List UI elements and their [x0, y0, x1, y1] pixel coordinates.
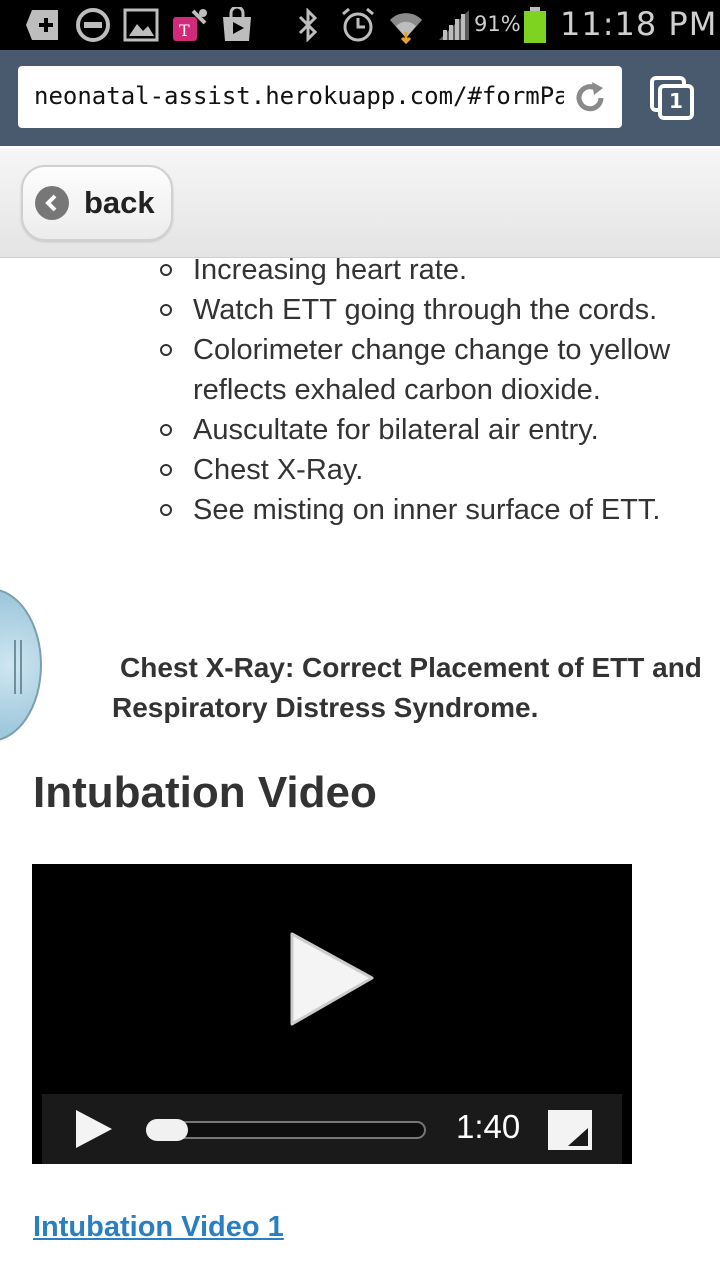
- list-item: Increasing heart rate.: [160, 258, 700, 290]
- battery-percent: 91%: [474, 12, 521, 36]
- progress-thumb[interactable]: [146, 1119, 188, 1141]
- reload-icon[interactable]: [572, 80, 608, 116]
- list-item: Colorimeter change change to yellow refl…: [160, 330, 700, 410]
- fullscreen-icon[interactable]: [548, 1110, 592, 1150]
- tab-count: 1: [669, 89, 683, 113]
- tmobile-icon: T: [170, 7, 210, 43]
- chest-xray-caption: Chest X-Ray: Correct Placement of ETT an…: [112, 648, 702, 728]
- video-duration: 1:40: [456, 1108, 521, 1145]
- page-content: Increasing heart rate. Watch ETT going t…: [0, 258, 720, 1280]
- section-title: Intubation Video: [33, 768, 377, 817]
- chest-xray-caption-text: Chest X-Ray: Correct Placement of ETT an…: [112, 652, 702, 723]
- bullet-icon: [160, 504, 172, 516]
- bullet-icon: [160, 304, 172, 316]
- svg-text:T: T: [179, 21, 190, 40]
- wifi-icon: [386, 7, 426, 44]
- bullet-icon: [160, 424, 172, 436]
- play-large-icon[interactable]: [286, 930, 376, 1030]
- side-panel-handle[interactable]: [0, 588, 42, 742]
- list-item: See misting on inner surface of ETT.: [160, 490, 700, 530]
- list-item-text: Auscultate for bilateral air entry.: [193, 414, 599, 446]
- play-store-icon: [218, 7, 256, 43]
- video-player[interactable]: 1:40: [32, 864, 632, 1164]
- back-arrow-icon: [35, 186, 69, 220]
- video-controls: 1:40: [42, 1094, 622, 1164]
- browser-toolbar: neonatal-assist.herokuapp.com/#formPa 1: [0, 50, 720, 146]
- list-item-text: Chest X-Ray.: [193, 454, 364, 486]
- intubation-video-link[interactable]: Intubation Video 1: [33, 1211, 284, 1244]
- url-text[interactable]: neonatal-assist.herokuapp.com/#formPa: [34, 82, 564, 110]
- bullet-icon: [160, 464, 172, 476]
- bullet-icon: [160, 344, 172, 356]
- image-icon: [122, 7, 160, 43]
- clock: 11:18 PM: [560, 5, 718, 43]
- add-notification-icon: [24, 7, 64, 43]
- video-progress-slider[interactable]: [146, 1119, 426, 1141]
- list-item-text: Increasing heart rate.: [193, 258, 468, 286]
- list-item-text: See misting on inner surface of ETT.: [193, 494, 661, 526]
- alarm-icon: [338, 7, 378, 43]
- list-item-text: Watch ETT going through the cords.: [193, 294, 658, 326]
- list-item-text: Colorimeter change change to yellow refl…: [193, 334, 671, 406]
- url-field[interactable]: neonatal-assist.herokuapp.com/#formPa: [18, 66, 622, 128]
- status-bar: T 91% 11:18 PM: [0, 0, 720, 50]
- back-button-label: back: [84, 185, 155, 220]
- signal-icon: [436, 7, 472, 43]
- confirmation-steps-list: Increasing heart rate. Watch ETT going t…: [160, 258, 700, 530]
- play-icon[interactable]: [72, 1108, 116, 1150]
- list-item: Auscultate for bilateral air entry.: [160, 410, 700, 450]
- page-header: back: [0, 148, 720, 258]
- list-item: Watch ETT going through the cords.: [160, 290, 700, 330]
- bullet-icon: [160, 264, 172, 276]
- grip-icon: [14, 640, 22, 694]
- minus-circle-icon: [74, 7, 112, 43]
- battery-icon: [522, 7, 548, 43]
- bluetooth-icon: [294, 7, 322, 43]
- tabs-button[interactable]: 1: [650, 76, 694, 120]
- list-item: Chest X-Ray.: [160, 450, 700, 490]
- back-button[interactable]: back: [21, 165, 173, 241]
